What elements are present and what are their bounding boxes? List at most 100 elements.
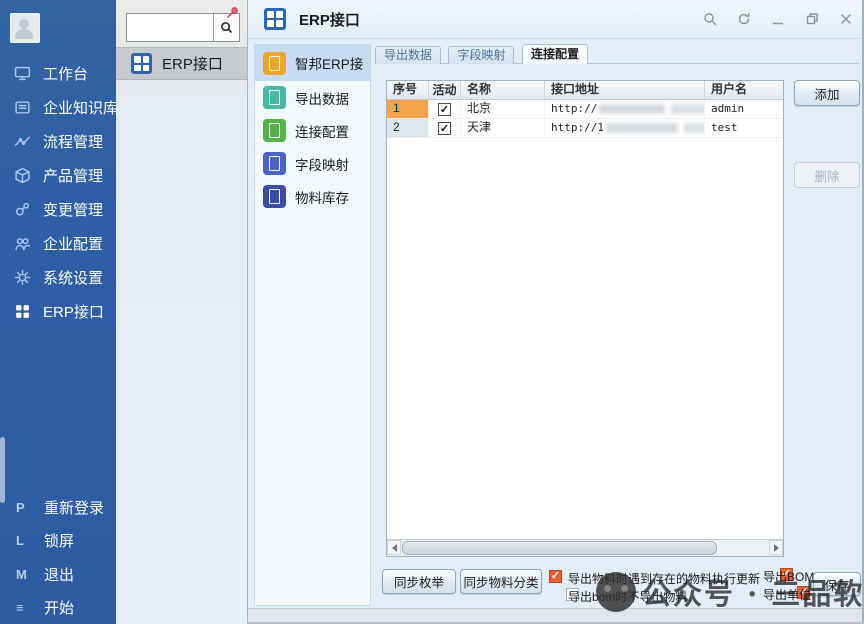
sidebar-item-system-settings[interactable]: 系统设置: [0, 260, 116, 294]
lock-icon: L: [16, 533, 30, 548]
sidebar-item-change-mgmt[interactable]: 变更管理: [0, 192, 116, 226]
export-data-icon: [263, 86, 286, 109]
user-cell: test: [705, 119, 783, 137]
subnav-item-label: 连接配置: [295, 121, 349, 141]
search-input[interactable]: [127, 14, 213, 41]
window-search-icon[interactable]: [703, 12, 717, 26]
tab-connection-config[interactable]: 连接配置: [522, 44, 588, 64]
field-mapping-icon: [263, 152, 286, 175]
sync-enum-button[interactable]: 同步枚举: [382, 569, 456, 594]
window-controls: [703, 0, 853, 38]
save-button[interactable]: 保存: [813, 572, 861, 596]
zhibang-erp-icon: [263, 52, 286, 75]
scroll-left-arrow[interactable]: [387, 540, 401, 555]
close-icon[interactable]: [839, 12, 853, 26]
tab-bar: 导出数据 字段映射 连接配置: [375, 44, 859, 64]
refresh-icon[interactable]: [737, 12, 751, 26]
sidebar-item-label: 系统设置: [43, 267, 103, 288]
sidebar-item-label: 产品管理: [43, 165, 103, 186]
redacted-url: [599, 104, 665, 114]
sidebar-item-erp-interface[interactable]: ERP接口: [0, 294, 116, 328]
grid-icon: [131, 53, 152, 74]
sync-material-category-button[interactable]: 同步物料分类: [460, 569, 542, 594]
change-nodes-icon: [13, 200, 31, 218]
row-active-checkbox[interactable]: [438, 122, 451, 135]
knowledge-base-icon: [13, 98, 31, 116]
search-box: [126, 13, 240, 42]
table-header: 序号 活动 名称 接口地址 用户名: [387, 81, 783, 100]
gear-icon: [13, 268, 31, 286]
user-avatar[interactable]: [10, 13, 40, 43]
col-user[interactable]: 用户名: [705, 81, 783, 99]
grid-icon: [13, 302, 31, 320]
restore-icon[interactable]: [805, 12, 819, 26]
window-title: ERP接口: [299, 9, 360, 30]
bottom-item-label: 退出: [44, 564, 74, 585]
col-active[interactable]: 活动: [429, 81, 461, 99]
user-cell: admin: [705, 100, 783, 118]
sidebar-item-workbench[interactable]: 工作台: [0, 56, 116, 90]
sidebar-item-label: 变更管理: [43, 199, 103, 220]
sidebar-item-lock-screen[interactable]: L 锁屏: [0, 525, 116, 555]
url-cell: http://: [545, 100, 705, 118]
sidebar-item-start[interactable]: ≡ 开始: [0, 592, 116, 622]
people-icon: [13, 234, 31, 252]
add-button[interactable]: 添加: [794, 80, 860, 106]
tab-field-mapping[interactable]: 字段映射: [448, 46, 514, 64]
monitor-icon: [13, 64, 31, 82]
app-window: 工作台 企业知识库 流程管理 产品管理 变更管理 企业配置 系统设置 ERP接: [0, 0, 864, 624]
seq-cell: 2: [387, 119, 429, 137]
minimize-icon[interactable]: [771, 12, 785, 26]
table-body-empty: [387, 138, 783, 539]
sidebar-item-label: 企业配置: [43, 233, 103, 254]
subnav-item-label: 字段映射: [295, 154, 349, 174]
redacted-url: [606, 123, 678, 133]
module-subnav: 智邦ERP接 导出数据 连接配置 字段映射 物料库存: [254, 44, 371, 606]
launcher-item-erp-interface[interactable]: ERP接口: [116, 47, 247, 80]
subnav-item-field-mapping[interactable]: 字段映射: [255, 147, 370, 180]
connection-table: 序号 活动 名称 接口地址 用户名 1 北京 http:// admin 2 天…: [386, 80, 784, 557]
table-row[interactable]: 2 天津 http://1 test: [387, 119, 783, 138]
subnav-item-connection-config[interactable]: 连接配置: [255, 114, 370, 147]
sidebar-item-process-mgmt[interactable]: 流程管理: [0, 124, 116, 158]
sidebar-item-knowledge-base[interactable]: 企业知识库: [0, 90, 116, 124]
name-cell: 北京: [461, 100, 545, 118]
row-active-checkbox[interactable]: [438, 103, 451, 116]
sidebar-item-exit[interactable]: M 退出: [0, 559, 116, 589]
subnav-item-label: 智邦ERP接: [295, 53, 363, 73]
option-label: 导出BOM: [763, 568, 814, 585]
subnav-item-export-data[interactable]: 导出数据: [255, 81, 370, 114]
sidebar-item-label: 流程管理: [43, 131, 103, 152]
name-cell: 天津: [461, 119, 545, 137]
sidebar-item-label: 工作台: [43, 63, 88, 84]
subnav-item-zhibang-erp[interactable]: 智邦ERP接: [255, 45, 370, 81]
erp-interface-window: ERP接口 智邦ERP接 导出数据 连接配置: [247, 0, 864, 624]
tab-export-data[interactable]: 导出数据: [375, 46, 441, 64]
bottom-item-label: 锁屏: [44, 530, 74, 551]
horizontal-scrollbar[interactable]: [387, 539, 783, 556]
subnav-item-label: 物料库存: [295, 187, 349, 207]
product-cube-icon: [13, 166, 31, 184]
exit-icon: M: [16, 567, 30, 582]
sidebar-item-relogin[interactable]: P 重新登录: [0, 492, 116, 522]
col-seq[interactable]: 序号: [387, 81, 429, 99]
sidebar-item-product-mgmt[interactable]: 产品管理: [0, 158, 116, 192]
table-row[interactable]: 1 北京 http:// admin: [387, 100, 783, 119]
scroll-right-arrow[interactable]: [769, 540, 783, 555]
active-cell: [429, 119, 461, 137]
sidebar-item-enterprise-config[interactable]: 企业配置: [0, 226, 116, 260]
subnav-item-material-stock[interactable]: 物料库存: [255, 180, 370, 213]
material-stock-icon: [263, 185, 286, 208]
col-name[interactable]: 名称: [461, 81, 545, 99]
bottom-item-label: 重新登录: [44, 497, 104, 518]
col-url[interactable]: 接口地址: [545, 81, 705, 99]
sidebar-item-label: ERP接口: [43, 301, 104, 322]
seq-cell: 1: [387, 100, 429, 118]
subnav-item-label: 导出数据: [295, 88, 349, 108]
pin-icon[interactable]: [226, 5, 240, 19]
menu-icon: ≡: [16, 600, 30, 615]
update-existing-material-checkbox[interactable]: [549, 570, 562, 583]
delete-button[interactable]: 删除: [794, 162, 860, 188]
scrollbar-thumb[interactable]: [402, 541, 717, 555]
option-label: 导出单位: [763, 586, 811, 603]
